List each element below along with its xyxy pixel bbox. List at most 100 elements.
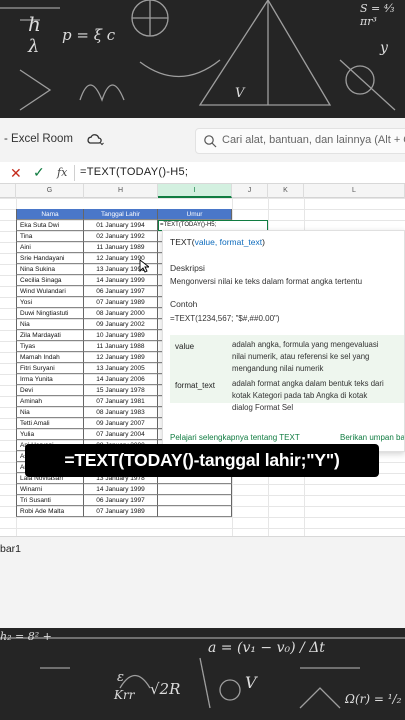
formula-input[interactable]: =TEXT(TODAY()-H5; [80,166,188,178]
parameter-table: value adalah angka, formula yang mengeva… [170,335,404,412]
table-cell-tanggal-lahir[interactable]: 07 January 2004 [84,429,158,440]
sheet-tab[interactable]: bar1 [0,543,21,555]
chalk-text: y [380,40,388,56]
table-cell-nama[interactable]: Winarni [16,484,84,495]
corner-select-all[interactable] [0,184,16,198]
table-header-umur[interactable]: Umur [158,209,232,220]
column-header-active[interactable]: I [158,184,232,198]
table-cell-tanggal-lahir[interactable]: 08 January 1983 [84,407,158,418]
sheet-tab-bar: bar1 [0,536,405,566]
table-cell-nama[interactable]: Nia [16,407,84,418]
table-cell-tanggal-lahir[interactable]: 01 January 1994 [84,220,158,231]
table-cell-nama[interactable]: Cecilia Sinaga [16,275,84,286]
feedback-link[interactable]: Berikan umpan balik [340,433,404,442]
table-cell-tanggal-lahir[interactable]: 12 January 1989 [84,352,158,363]
description-text: Mengonversi nilai ke teks dalam format a… [170,277,363,286]
example-heading: Contoh [170,299,198,309]
description-heading: Deskripsi [170,263,205,273]
formula-bar: ✕ ✓ fx =TEXT(TODAY()-H5; [0,162,405,184]
table-cell-tanggal-lahir[interactable]: 11 January 1989 [84,242,158,253]
chalk-text: ε [117,670,124,685]
table-cell-tanggal-lahir[interactable]: 13 January 2005 [84,363,158,374]
table-cell-tanggal-lahir[interactable]: 07 January 1989 [84,297,158,308]
table-cell-nama[interactable]: Nia [16,319,84,330]
mouse-cursor-icon [139,259,149,273]
table-cell-tanggal-lahir[interactable]: 07 January 1981 [84,396,158,407]
table-cell-tanggal-lahir[interactable]: 09 January 2007 [84,418,158,429]
table-cell-nama[interactable]: Fitri Suryani [16,363,84,374]
parameter-name: format_text [175,381,216,390]
table-cell-nama[interactable]: Mamah Indah [16,352,84,363]
chalk-text: Krr [114,688,135,702]
column-header[interactable]: J [232,184,268,198]
search-icon [204,135,217,148]
column-headers: G H I J K L [0,184,405,198]
function-tooltip: TEXT(value, format_text) Deskripsi Mengo… [162,230,405,452]
table-cell-nama[interactable]: Tiyas [16,341,84,352]
column-header[interactable]: K [268,184,304,198]
parameter-description-line: dialog Format Sel [232,403,294,412]
search-placeholder: Cari alat, bantuan, dan lainnya (Alt + Q… [222,134,405,146]
autosave-cloud-icon[interactable] [86,131,104,149]
parameter-description-line: adalah angka, formula yang mengevaluasi [232,340,379,349]
enter-formula-button[interactable]: ✓ [33,164,45,181]
table-cell-tanggal-lahir[interactable]: 07 January 1989 [84,506,158,517]
table-cell-nama[interactable]: Yosi [16,297,84,308]
table-cell-nama[interactable]: Wind Wulandari [16,286,84,297]
table-cell-nama[interactable]: Aminah [16,396,84,407]
parameter-name: value [175,342,195,351]
insert-function-button[interactable]: fx [57,166,67,179]
parameter-description-line: kotak Kategori pada tab Angka di kotak [232,391,368,400]
table-cell-nama[interactable]: Duwi Ningtiastuti [16,308,84,319]
table-header-tanggal-lahir[interactable]: Tanggal Lahir [84,209,158,220]
table-cell-nama[interactable]: Tetti Amali [16,418,84,429]
table-cell-nama[interactable]: Aini [16,242,84,253]
table-cell-tanggal-lahir[interactable]: 08 January 2000 [84,308,158,319]
chalk-text: h [28,12,41,36]
formula-caption: =TEXT(TODAY()-tanggal lahir;"Y") [25,444,379,477]
function-arguments[interactable]: value, format_text [195,237,263,247]
table-cell-nama[interactable]: Irma Yunita [16,374,84,385]
column-header[interactable]: G [16,184,84,198]
table-cell-tanggal-lahir[interactable]: 02 January 1992 [84,231,158,242]
table-header-nama[interactable]: Nama [16,209,84,220]
chalk-text: a = (v₁ − v₀) / Δt [208,640,325,656]
learn-more-link[interactable]: Pelajari selengkapnya tentang TEXT [170,433,300,442]
title-bar: - Excel Room Cari alat, bantuan, dan lai… [0,118,405,162]
parameter-description: adalah format angka dalam bentuk teks da… [232,378,384,414]
table-cell-tanggal-lahir[interactable]: 06 January 1997 [84,495,158,506]
chalkboard-background-top: h λ p = ξ c S = ⁴⁄₃ πr³ V y [0,0,405,118]
function-signature: TEXT(value, format_text) [170,237,265,247]
parameter-description: adalah angka, formula yang mengevaluasi … [232,339,379,375]
table-cell-nama[interactable]: Yulia [16,429,84,440]
table-cell-tanggal-lahir[interactable]: 09 January 2002 [84,319,158,330]
chalkboard-background-bottom: h₂ = 8² + ε Krr √2R a = (v₁ − v₀) / Δt V… [0,628,405,720]
example-text: =TEXT(1234,567; "$#,##0.00") [170,314,280,323]
table-cell-umur[interactable] [158,484,232,495]
function-name: TEXT( [170,237,195,247]
table-cell-tanggal-lahir[interactable]: 11 January 1988 [84,341,158,352]
column-header[interactable]: L [304,184,405,198]
table-cell-nama[interactable]: Robi Ade Malta [16,506,84,517]
table-cell-nama[interactable]: Eka Suta Dwi [16,220,84,231]
table-cell-tanggal-lahir[interactable]: 10 January 1989 [84,330,158,341]
table-cell-nama[interactable]: Nina Sukina [16,264,84,275]
table-cell-tanggal-lahir[interactable]: 14 January 1999 [84,484,158,495]
formula-bar-divider [74,165,75,181]
parameter-description-line: nilai numerik, atau referensi ke sel yan… [232,352,370,361]
table-cell-tanggal-lahir[interactable]: 06 January 1997 [84,286,158,297]
table-cell-nama[interactable]: Tri Susanti [16,495,84,506]
table-cell-tanggal-lahir[interactable]: 14 January 2006 [84,374,158,385]
excel-window: - Excel Room Cari alat, bantuan, dan lai… [0,118,405,628]
cancel-formula-button[interactable]: ✕ [10,165,22,182]
table-cell-nama[interactable]: Devi [16,385,84,396]
table-cell-umur[interactable] [158,506,232,517]
table-cell-nama[interactable]: Zila Mardayati [16,330,84,341]
table-cell-nama[interactable]: Tina [16,231,84,242]
table-cell-tanggal-lahir[interactable]: 15 January 1978 [84,385,158,396]
table-cell-umur[interactable] [158,495,232,506]
column-header[interactable]: H [84,184,158,198]
chalk-text: p = ξ c [62,26,116,44]
table-cell-tanggal-lahir[interactable]: 14 January 1999 [84,275,158,286]
table-cell-nama[interactable]: Srie Handayani [16,253,84,264]
